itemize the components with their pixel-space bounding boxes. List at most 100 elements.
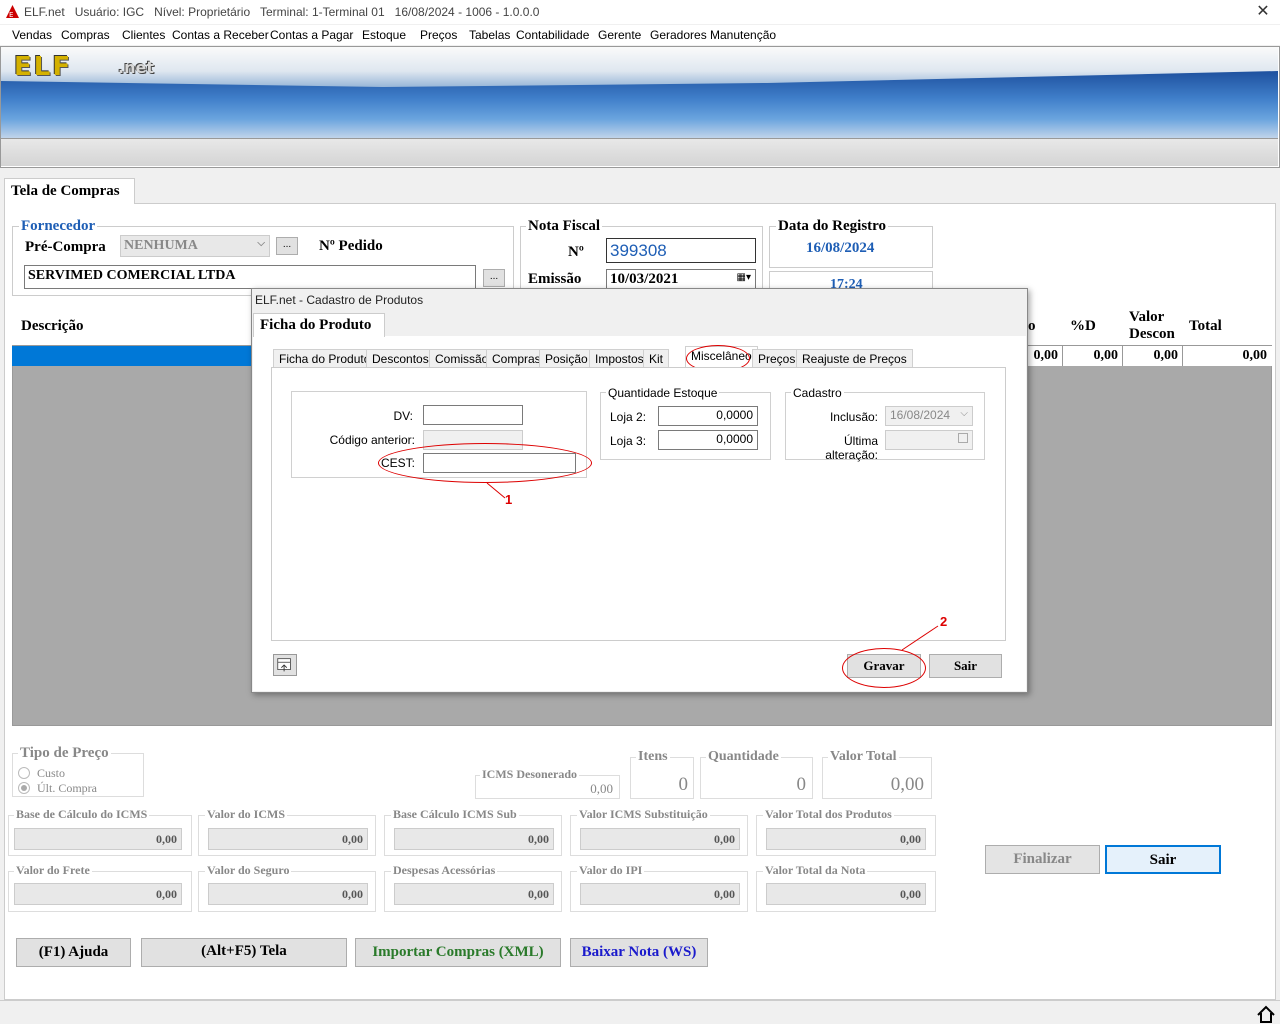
sair-button[interactable]: Sair xyxy=(1105,845,1221,874)
nf-numero-field[interactable]: 399308 xyxy=(606,238,756,263)
tab-ficha-produto-main[interactable]: Ficha do Produto xyxy=(253,313,385,337)
custo-label: Custo xyxy=(37,766,66,780)
base-calculo-icms-sub-label: Base Cálculo ICMS Sub xyxy=(391,807,519,822)
pre-compra-select[interactable]: NENHUMA ⌵ xyxy=(120,235,270,257)
subtab-impostos[interactable]: Impostos xyxy=(589,349,650,368)
valor-icms-field: 0,00 xyxy=(208,828,368,850)
menu-tabelas[interactable]: Tabelas xyxy=(469,28,510,42)
calendar-icon xyxy=(958,433,968,443)
menu-precos[interactable]: Preços xyxy=(420,28,457,42)
dialog-tool-button[interactable] xyxy=(273,654,297,676)
codigo-anterior-label: Código anterior: xyxy=(329,433,415,447)
app-logo-icon: E xyxy=(6,5,19,18)
finalizar-button[interactable]: Finalizar xyxy=(985,845,1100,874)
menu-vendas[interactable]: Vendas xyxy=(12,28,52,42)
status-bar xyxy=(0,1000,1280,1024)
subtab-precos[interactable]: Preços xyxy=(752,349,802,368)
registro-date: 16/08/2024 xyxy=(806,240,875,256)
menu-gerente[interactable]: Gerente xyxy=(598,28,641,42)
base-calculo-icms-sub-field: 0,00 xyxy=(394,828,554,850)
export-icon xyxy=(277,658,291,672)
fornecedor-legend: Fornecedor xyxy=(19,218,98,235)
icms-desonerado-value: 0,00 xyxy=(590,781,613,796)
col-total: Total xyxy=(1189,318,1222,334)
annotation-ellipse-cest xyxy=(378,443,592,483)
col-o: o xyxy=(1028,318,1036,334)
annotation-number-1: 1 xyxy=(505,492,513,507)
tela-button[interactable]: (Alt+F5) Tela xyxy=(141,938,347,967)
svg-text:E: E xyxy=(9,11,13,18)
subtab-ficha-produto[interactable]: Ficha do Produto xyxy=(273,349,377,368)
subtab-reajuste-precos[interactable]: Reajuste de Preços xyxy=(796,349,913,368)
base-calculo-icms-label: Base de Cálculo do ICMS xyxy=(14,807,150,822)
quantidade-label: Quantidade xyxy=(706,749,781,765)
calendar-icon[interactable]: ▦▾ xyxy=(737,272,751,283)
row-cell-valor-descon: 0,00 xyxy=(1122,346,1182,366)
ajuda-button[interactable]: (F1) Ajuda xyxy=(16,938,131,967)
close-window-button[interactable]: ✕ xyxy=(1252,2,1274,22)
selected-row-cell[interactable] xyxy=(12,346,252,366)
valor-ipi-field: 0,00 xyxy=(580,883,740,905)
chevron-down-icon: ⌵ xyxy=(960,408,968,419)
annotation-number-2: 2 xyxy=(940,614,948,629)
importar-compras-xml-button[interactable]: Importar Compras (XML) xyxy=(355,938,561,967)
menu-contas-receber[interactable]: Contas a Receber xyxy=(172,28,269,42)
menu-manutencao[interactable]: Manutenção xyxy=(710,28,776,42)
ult-compra-radio[interactable] xyxy=(18,782,30,794)
baixar-nota-ws-button[interactable]: Baixar Nota (WS) xyxy=(570,938,708,967)
supplier-name-field[interactable]: SERVIMED COMERCIAL LTDA xyxy=(24,265,476,289)
custo-radio[interactable] xyxy=(18,767,30,779)
col-descricao: Descrição xyxy=(21,318,84,334)
elf-logo-suffix: .net xyxy=(118,58,154,77)
ultima-alteracao-field xyxy=(885,430,973,450)
valor-ipi-label: Valor do IPI xyxy=(577,863,645,878)
subtab-comissao[interactable]: Comissão xyxy=(429,349,495,368)
despesas-acessorias-field: 0,00 xyxy=(394,883,554,905)
col-valor-descon-2: Descon xyxy=(1129,326,1175,342)
menu-bar: Vendas Compras Clientes Contas a Receber… xyxy=(0,25,1280,45)
dialog-sair-button[interactable]: Sair xyxy=(929,654,1002,678)
row-cell-pd: 0,00 xyxy=(1062,346,1122,366)
row-cell-total: 0,00 xyxy=(1182,346,1271,366)
valor-frete-field: 0,00 xyxy=(14,883,182,905)
loja3-field[interactable]: 0,0000 xyxy=(658,430,758,450)
supplier-browse-button[interactable]: ... xyxy=(483,269,505,287)
nota-fiscal-legend: Nota Fiscal xyxy=(526,218,603,235)
subtab-compras[interactable]: Compras xyxy=(486,349,547,368)
menu-contabilidade[interactable]: Contabilidade xyxy=(516,28,589,42)
menu-clientes[interactable]: Clientes xyxy=(122,28,165,42)
itens-label: Itens xyxy=(636,749,670,765)
valor-total-produtos-label: Valor Total dos Produtos xyxy=(763,807,894,822)
home-icon[interactable] xyxy=(1256,1004,1276,1024)
loja2-field[interactable]: 0,0000 xyxy=(658,406,758,426)
menu-estoque[interactable]: Estoque xyxy=(362,28,406,42)
annotation-ellipse-gravar xyxy=(842,648,926,688)
col-valor-descon-1: Valor xyxy=(1129,309,1165,325)
valor-total-nota-field: 0,00 xyxy=(766,883,926,905)
dv-field[interactable] xyxy=(423,405,523,425)
menu-contas-pagar[interactable]: Contas a Pagar xyxy=(270,28,353,42)
subtab-kit[interactable]: Kit xyxy=(643,349,670,368)
valor-frete-label: Valor do Frete xyxy=(14,863,92,878)
elf-logo: ELF xyxy=(14,52,73,82)
pre-compra-label: Pré-Compra xyxy=(25,239,106,255)
tab-tela-compras[interactable]: Tela de Compras xyxy=(4,178,135,204)
subtab-posicao[interactable]: Posição xyxy=(539,349,594,368)
cadastro-legend: Cadastro xyxy=(791,386,844,400)
valor-seguro-label: Valor do Seguro xyxy=(205,863,292,878)
valor-total-label: Valor Total xyxy=(828,749,899,765)
emissao-date-field[interactable]: 10/03/2021 ▦▾ xyxy=(606,269,756,289)
col-percent-desc: %D xyxy=(1070,318,1096,334)
tipo-preco-legend: Tipo de Preço xyxy=(18,745,111,762)
ultima-alteracao-label: Última alteração: xyxy=(825,434,878,462)
valor-total-nota-label: Valor Total da Nota xyxy=(763,863,868,878)
valor-total-value: 0,00 xyxy=(890,774,924,795)
pedido-label: Nº Pedido xyxy=(319,238,383,254)
menu-compras[interactable]: Compras xyxy=(61,28,110,42)
menu-geradores[interactable]: Geradores xyxy=(650,28,707,42)
data-registro-legend: Data do Registro xyxy=(776,218,889,235)
chevron-down-icon: ⌵ xyxy=(257,238,265,249)
subtab-descontos[interactable]: Descontos xyxy=(366,349,435,368)
base-calculo-icms-field: 0,00 xyxy=(14,828,182,850)
pre-compra-browse-button[interactable]: ... xyxy=(276,237,298,255)
